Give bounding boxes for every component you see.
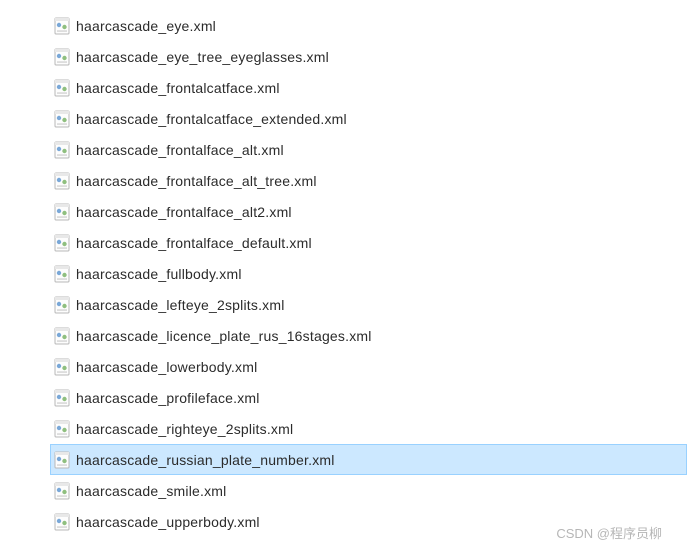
file-name-label: haarcascade_frontalface_alt2.xml <box>76 204 292 220</box>
xml-file-icon <box>54 172 70 190</box>
file-name-label: haarcascade_upperbody.xml <box>76 514 260 530</box>
file-item[interactable]: haarcascade_frontalface_default.xml <box>50 227 687 258</box>
file-item[interactable]: haarcascade_eye.xml <box>50 10 687 41</box>
xml-file-icon <box>54 79 70 97</box>
file-name-label: haarcascade_licence_plate_rus_16stages.x… <box>76 328 372 344</box>
xml-file-icon <box>54 17 70 35</box>
file-item[interactable]: haarcascade_frontalcatface_extended.xml <box>50 103 687 134</box>
xml-file-icon <box>54 420 70 438</box>
file-name-label: haarcascade_frontalface_alt_tree.xml <box>76 173 317 189</box>
xml-file-icon <box>54 110 70 128</box>
file-name-label: haarcascade_frontalcatface_extended.xml <box>76 111 347 127</box>
xml-file-icon <box>54 451 70 469</box>
file-name-label: haarcascade_lowerbody.xml <box>76 359 257 375</box>
xml-file-icon <box>54 48 70 66</box>
file-item[interactable]: haarcascade_righteye_2splits.xml <box>50 413 687 444</box>
file-item[interactable]: haarcascade_eye_tree_eyeglasses.xml <box>50 41 687 72</box>
file-list: haarcascade_eye.xml haarcascade_eye_tree… <box>50 10 687 537</box>
file-name-label: haarcascade_lefteye_2splits.xml <box>76 297 285 313</box>
xml-file-icon <box>54 296 70 314</box>
file-item[interactable]: haarcascade_frontalcatface.xml <box>50 72 687 103</box>
file-name-label: haarcascade_eye.xml <box>76 18 216 34</box>
file-name-label: haarcascade_frontalcatface.xml <box>76 80 280 96</box>
file-name-label: haarcascade_smile.xml <box>76 483 226 499</box>
watermark-text: CSDN @程序员柳 <box>556 523 662 542</box>
file-item[interactable]: haarcascade_licence_plate_rus_16stages.x… <box>50 320 687 351</box>
file-name-label: haarcascade_frontalface_alt.xml <box>76 142 284 158</box>
file-item[interactable]: haarcascade_frontalface_alt.xml <box>50 134 687 165</box>
file-item[interactable]: haarcascade_fullbody.xml <box>50 258 687 289</box>
file-name-label: haarcascade_frontalface_default.xml <box>76 235 312 251</box>
xml-file-icon <box>54 234 70 252</box>
xml-file-icon <box>54 203 70 221</box>
xml-file-icon <box>54 513 70 531</box>
xml-file-icon <box>54 358 70 376</box>
file-name-label: haarcascade_profileface.xml <box>76 390 260 406</box>
file-item[interactable]: haarcascade_lowerbody.xml <box>50 351 687 382</box>
file-item[interactable]: haarcascade_russian_plate_number.xml <box>50 444 687 475</box>
file-item[interactable]: haarcascade_lefteye_2splits.xml <box>50 289 687 320</box>
file-item[interactable]: haarcascade_smile.xml <box>50 475 687 506</box>
file-name-label: haarcascade_righteye_2splits.xml <box>76 421 293 437</box>
xml-file-icon <box>54 482 70 500</box>
xml-file-icon <box>54 327 70 345</box>
xml-file-icon <box>54 265 70 283</box>
file-name-label: haarcascade_fullbody.xml <box>76 266 242 282</box>
xml-file-icon <box>54 141 70 159</box>
file-item[interactable]: haarcascade_profileface.xml <box>50 382 687 413</box>
file-item[interactable]: haarcascade_frontalface_alt2.xml <box>50 196 687 227</box>
xml-file-icon <box>54 389 70 407</box>
file-name-label: haarcascade_russian_plate_number.xml <box>76 452 335 468</box>
file-item[interactable]: haarcascade_frontalface_alt_tree.xml <box>50 165 687 196</box>
file-name-label: haarcascade_eye_tree_eyeglasses.xml <box>76 49 329 65</box>
